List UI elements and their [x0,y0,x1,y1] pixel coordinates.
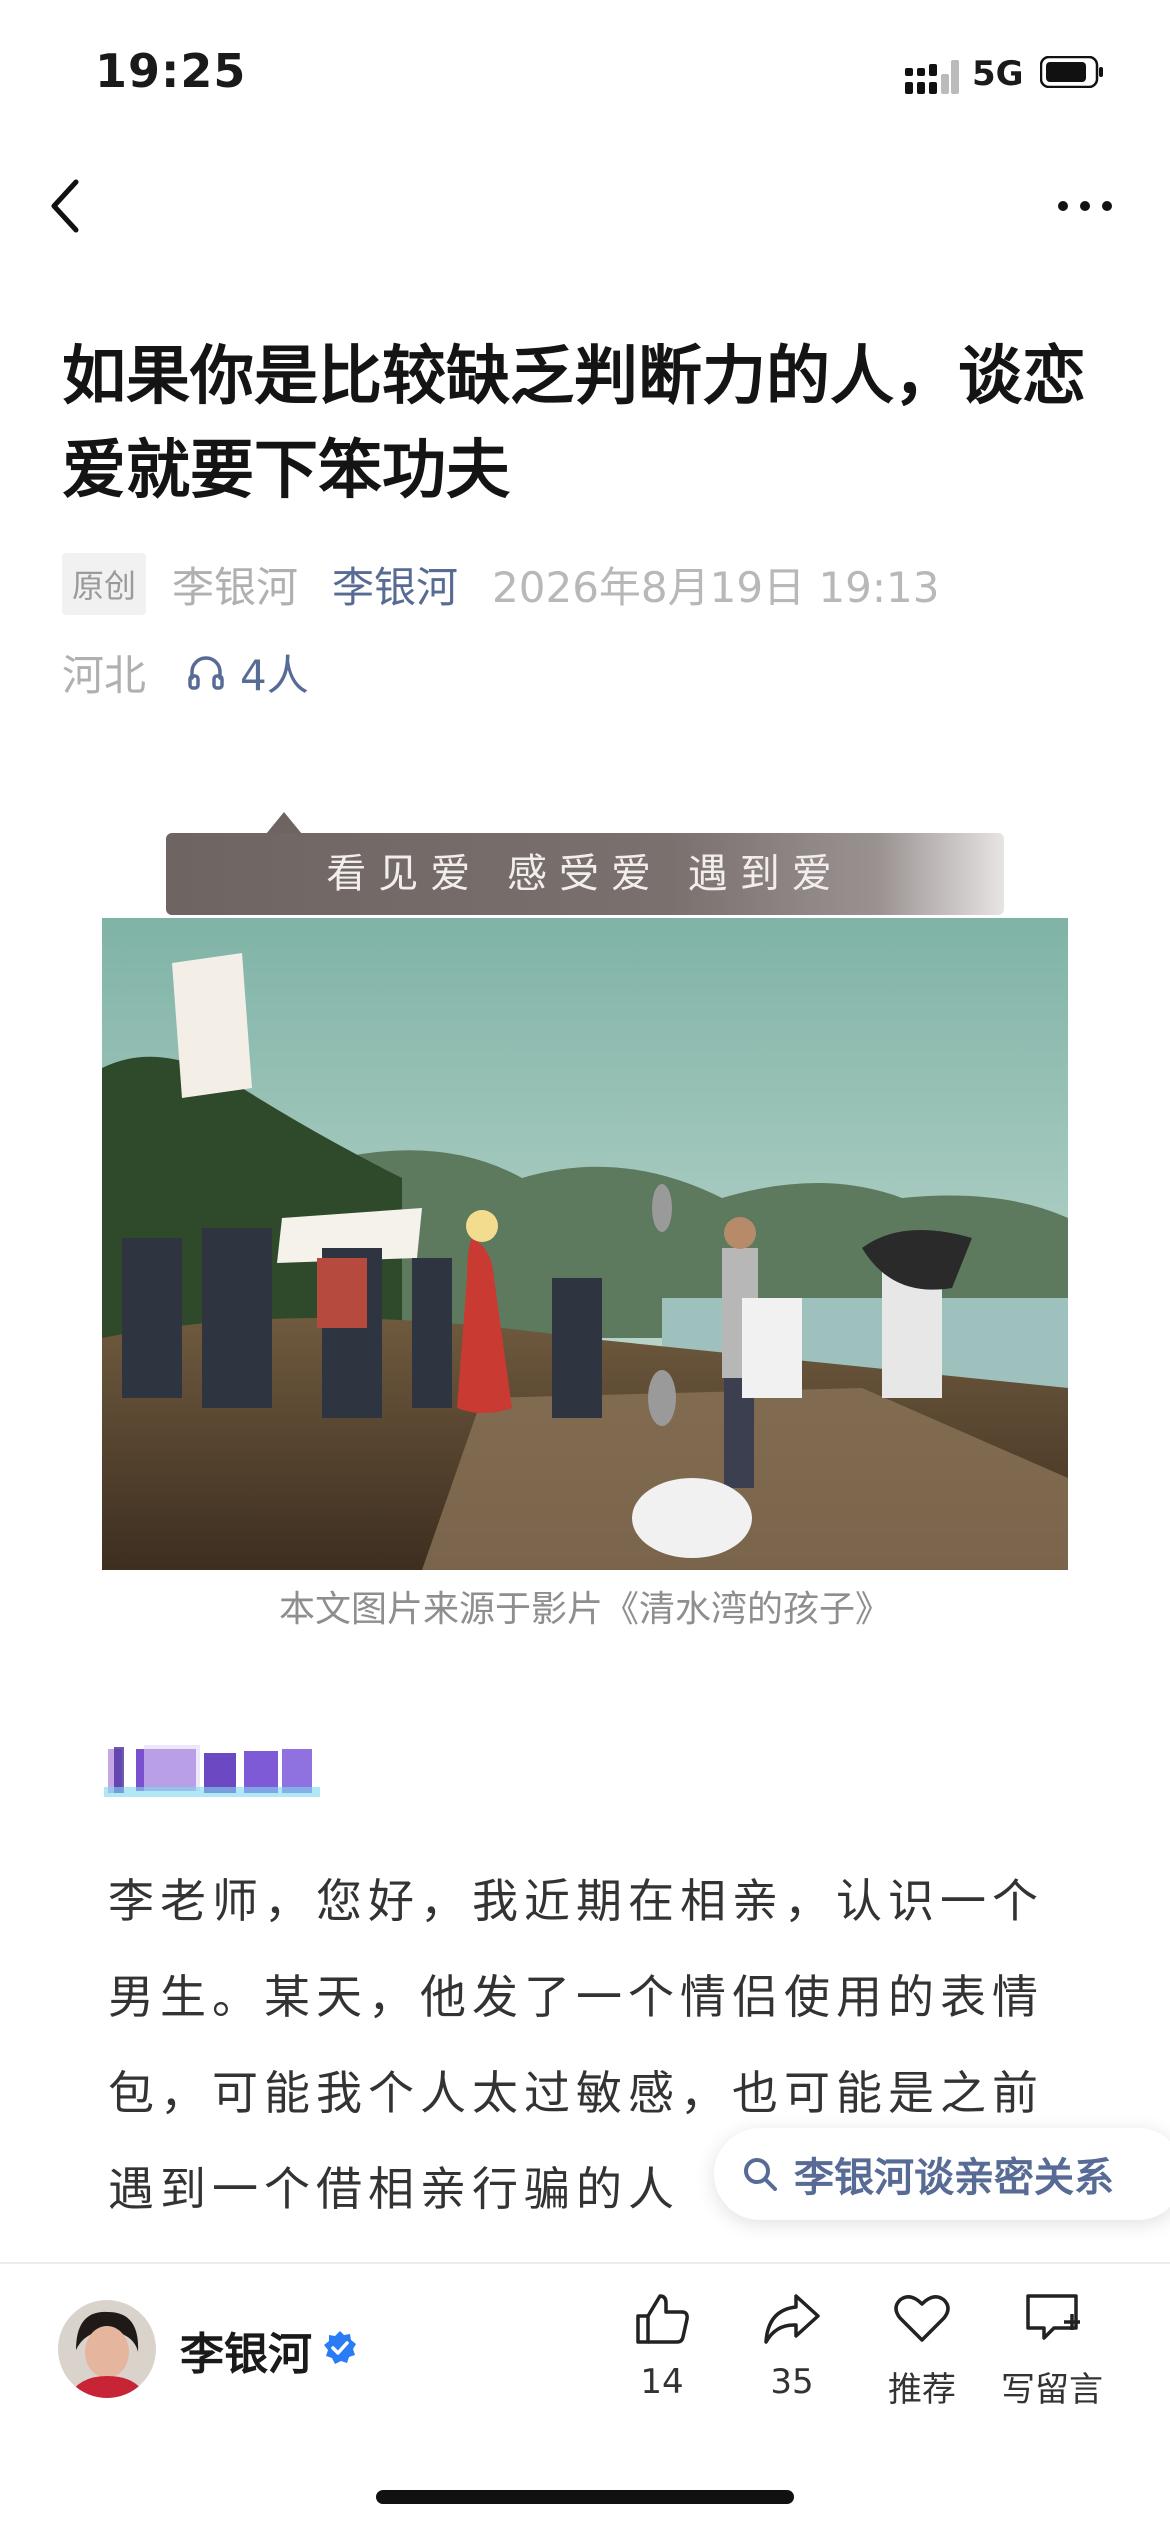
related-search-pill[interactable]: 李银河谈亲密关系 [714,2128,1170,2220]
original-badge: 原创 [62,553,147,615]
account-link[interactable]: 李银河 [332,554,458,615]
banner-text: 看见爱 感受爱 遇到爱 [326,851,844,897]
more-options-icon[interactable] [1055,196,1115,216]
share-count: 35 [770,2362,814,2402]
network-label: 5G [972,54,1024,94]
author-name[interactable]: 李银河 [180,2318,312,2382]
back-arrow-icon[interactable] [46,176,86,236]
like-button[interactable]: 14 [602,2288,722,2402]
listener-count: 4人 [240,650,309,700]
region-label: 河北 [62,650,147,700]
article-meta-secondary: 河北 4人 [62,640,309,704]
write-comment-button[interactable]: 写留言 [992,2288,1112,2411]
author-name-gray: 李银河 [172,562,299,612]
body-line: 男生。某天，他发了一个情侣使用的表情 [108,1970,1044,2024]
listen-button[interactable]: 4人 [186,642,309,703]
heart-icon [894,2295,950,2342]
decorative-heading-graphic [104,1745,320,1797]
share-button[interactable]: 35 [732,2288,852,2402]
publish-date: 2026年8月19日 19:13 [492,562,940,612]
recommend-button[interactable]: 推荐 [862,2288,982,2411]
author-avatar[interactable] [58,2300,156,2398]
image-caption: 本文图片来源于影片《清水湾的孩子》 [278,1589,891,1630]
body-line: 李老师，您好，我近期在相亲，认识一个 [108,1874,1044,1928]
headphones-icon [188,656,224,690]
recommend-label: 推荐 [888,2370,956,2410]
status-time: 19:25 [95,44,247,98]
battery-icon [1040,56,1103,88]
banner-notch [266,812,302,834]
thumbs-up-icon [636,2294,689,2344]
home-indicator[interactable] [376,2490,794,2504]
like-count: 14 [640,2362,684,2402]
signal-icon [905,60,959,94]
search-pill-label: 李银河谈亲密关系 [794,2155,1114,2201]
article-body: 李老师，您好，我近期在相亲，认识一个 男生。某天，他发了一个情侣使用的表情 包，… [108,1853,1068,2333]
share-icon [764,2294,820,2344]
verified-badge-icon [324,2331,356,2364]
article-meta: 原创 李银河 李银河 2026年8月19日 19:13 [62,552,940,616]
write-comment-label: 写留言 [1001,2370,1103,2410]
search-icon [744,2158,777,2191]
body-line: 包，可能我个人太过敏感，也可能是之前 [108,2066,1044,2120]
article-title: 如果你是比较缺乏判断力的人，谈恋爱就要下笨功夫 [62,340,1086,508]
comment-plus-icon [1026,2294,1080,2340]
film-still-image[interactable] [102,918,1068,1570]
